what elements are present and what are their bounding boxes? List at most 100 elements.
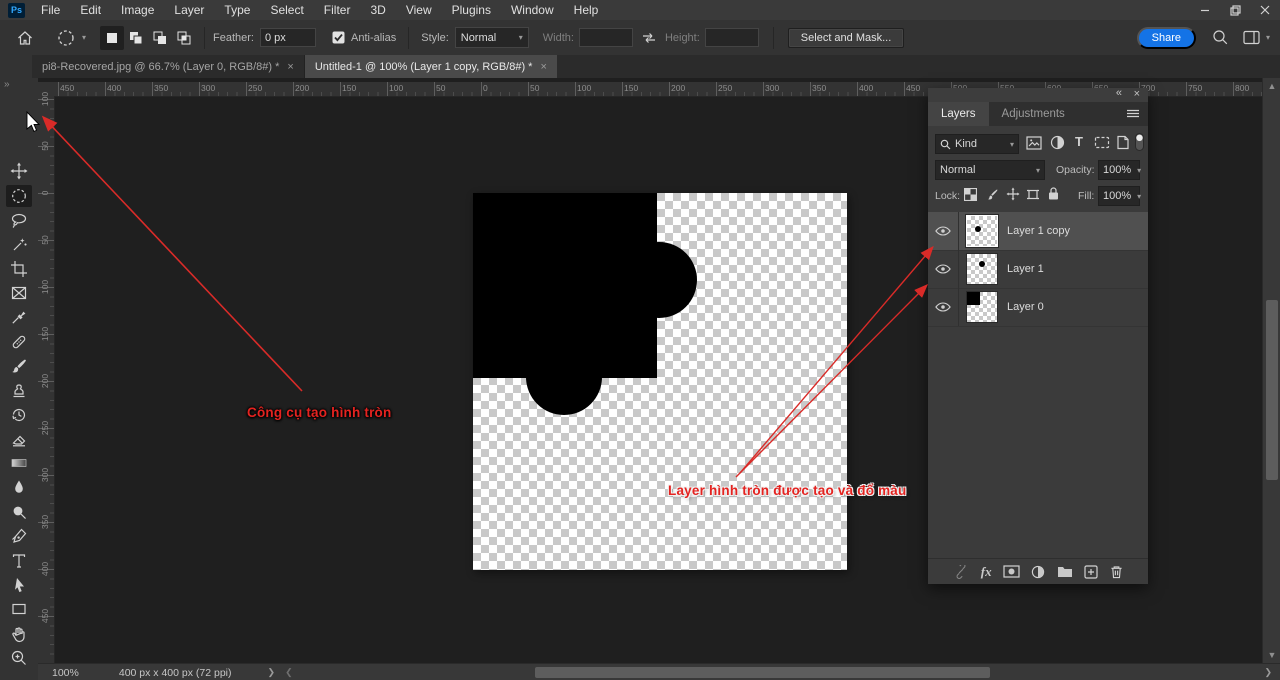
opacity-select[interactable]: 100% ▾ (1098, 160, 1140, 180)
zoom-tool[interactable] (6, 647, 32, 669)
menu-edit[interactable]: Edit (70, 0, 111, 20)
visibility-toggle[interactable] (928, 212, 959, 250)
menu-plugins[interactable]: Plugins (442, 0, 501, 20)
lock-transparency-icon[interactable] (964, 188, 977, 201)
layer-row-layer-0[interactable]: Layer 0 (928, 288, 1148, 327)
panel-close-icon[interactable]: × (1134, 88, 1140, 100)
rectangle-tool[interactable] (6, 598, 32, 620)
document-tab-inactive[interactable]: pi8-Recovered.jpg @ 66.7% (Layer 0, RGB/… (32, 55, 305, 78)
filter-smart-objects-icon[interactable] (1116, 135, 1130, 150)
tab-close-icon[interactable]: × (287, 61, 293, 73)
restore-button[interactable] (1220, 0, 1250, 20)
eraser-tool[interactable] (6, 428, 32, 450)
new-layer-icon[interactable] (1084, 565, 1098, 579)
add-layer-mask-icon[interactable] (1003, 565, 1020, 578)
vertical-scrollbar-thumb[interactable] (1266, 300, 1278, 480)
lasso-tool[interactable] (6, 209, 32, 231)
elliptical-marquee-tool[interactable] (6, 185, 32, 207)
layer-thumbnail[interactable] (967, 292, 997, 322)
type-tool[interactable] (6, 550, 32, 572)
height-input[interactable] (705, 28, 759, 47)
delete-layer-icon[interactable] (1110, 565, 1123, 579)
lock-artboard-icon[interactable] (1026, 188, 1040, 201)
menu-filter[interactable]: Filter (314, 0, 361, 20)
search-icon[interactable] (1212, 29, 1229, 46)
menu-type[interactable]: Type (214, 0, 260, 20)
add-to-selection-mode-button[interactable] (124, 26, 148, 50)
lock-pixels-icon[interactable] (986, 188, 999, 201)
visibility-toggle[interactable] (928, 288, 959, 326)
tab-close-icon[interactable]: × (540, 61, 546, 73)
menu-file[interactable]: File (31, 0, 70, 20)
layer-thumbnail[interactable] (967, 254, 997, 284)
workspace-switcher-icon[interactable]: ▾ (1243, 30, 1270, 45)
subtract-from-selection-mode-button[interactable] (148, 26, 172, 50)
document-tab-active[interactable]: Untitled-1 @ 100% (Layer 1 copy, RGB/8#)… (305, 55, 557, 78)
move-tool[interactable] (6, 160, 32, 182)
new-adjustment-layer-icon[interactable] (1031, 565, 1045, 579)
home-icon[interactable] (16, 29, 34, 47)
menu-select[interactable]: Select (260, 0, 313, 20)
blend-mode-select[interactable]: Normal ▾ (935, 160, 1045, 180)
lock-position-icon[interactable] (1006, 187, 1020, 201)
filter-pixel-layers-icon[interactable] (1026, 136, 1042, 150)
scroll-down-icon[interactable]: ▼ (1263, 650, 1280, 660)
menu-3d[interactable]: 3D (360, 0, 395, 20)
clone-stamp-tool[interactable] (6, 379, 32, 401)
menu-window[interactable]: Window (501, 0, 564, 20)
layer-effects-icon[interactable]: fx (981, 564, 992, 580)
filter-shape-layers-icon[interactable] (1094, 136, 1110, 149)
intersect-selection-mode-button[interactable] (172, 26, 196, 50)
gradient-tool[interactable] (6, 452, 32, 474)
fill-select[interactable]: 100% ▾ (1098, 186, 1140, 206)
filter-toggle-switch[interactable] (1135, 133, 1144, 151)
hand-tool[interactable] (6, 623, 32, 645)
path-selection-tool[interactable] (6, 574, 32, 596)
crop-tool[interactable] (6, 258, 32, 280)
status-prev-icon[interactable]: ❮ (285, 667, 293, 678)
frame-tool[interactable] (6, 282, 32, 304)
menu-view[interactable]: View (396, 0, 442, 20)
zoom-level[interactable]: 100% (52, 667, 79, 679)
menu-help[interactable]: Help (564, 0, 609, 20)
new-group-icon[interactable] (1057, 565, 1073, 578)
brush-tool[interactable] (6, 355, 32, 377)
visibility-toggle[interactable] (928, 250, 959, 288)
new-selection-mode-button[interactable] (100, 26, 124, 50)
history-brush-tool[interactable] (6, 404, 32, 426)
layer-name[interactable]: Layer 0 (1007, 301, 1044, 313)
tab-layers[interactable]: Layers (928, 102, 989, 126)
menu-image[interactable]: Image (111, 0, 164, 20)
vertical-scrollbar[interactable]: ▲ ▼ (1262, 78, 1280, 663)
select-and-mask-button[interactable]: Select and Mask... (788, 28, 905, 48)
lock-all-icon[interactable] (1047, 186, 1060, 201)
filter-adjustment-layers-icon[interactable] (1050, 135, 1065, 150)
quick-selection-tool[interactable] (6, 234, 32, 256)
canvas[interactable] (473, 193, 847, 570)
close-window-button[interactable] (1250, 0, 1280, 20)
layer-row-layer-1[interactable]: Layer 1 (928, 250, 1148, 289)
healing-brush-tool[interactable] (6, 331, 32, 353)
status-right-icon[interactable]: ❯ (1264, 667, 1272, 678)
filter-kind-select[interactable]: Kind ▾ (935, 134, 1019, 154)
style-select[interactable]: Normal ▾ (455, 27, 529, 48)
swap-dimensions-icon[interactable] (641, 31, 657, 45)
width-input[interactable] (579, 28, 633, 47)
horizontal-scrollbar-thumb[interactable] (535, 667, 990, 678)
layer-thumbnail[interactable] (967, 216, 997, 246)
link-layers-icon[interactable] (953, 565, 969, 579)
eyedropper-tool[interactable] (6, 306, 32, 328)
share-button[interactable]: Share (1137, 27, 1196, 49)
layer-row-layer-1-copy[interactable]: Layer 1 copy (928, 212, 1148, 251)
ellipse-tool-preview-icon[interactable]: ▾ (56, 28, 86, 48)
scroll-up-icon[interactable]: ▲ (1263, 81, 1280, 91)
anti-alias-checkbox[interactable]: Anti-alias (332, 31, 396, 44)
panel-collapse-icon[interactable]: « (1116, 87, 1122, 99)
layer-name[interactable]: Layer 1 (1007, 263, 1044, 275)
more-tools-icon[interactable] (6, 672, 32, 680)
tab-adjustments[interactable]: Adjustments (989, 102, 1078, 126)
menu-layer[interactable]: Layer (164, 0, 214, 20)
layer-name[interactable]: Layer 1 copy (1007, 225, 1070, 237)
toolbar-collapse-icon[interactable]: » (4, 79, 10, 90)
status-next-icon[interactable]: ❯ (268, 667, 276, 678)
